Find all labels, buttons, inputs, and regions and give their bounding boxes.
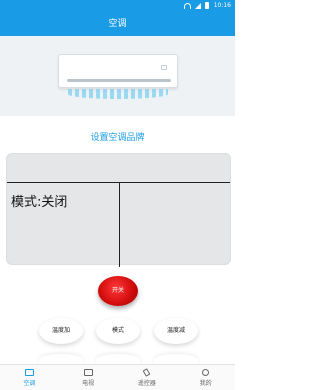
mode-button[interactable]: 模式 (96, 318, 140, 344)
signal-icon (195, 2, 201, 9)
tab-mine[interactable]: 我的 (176, 365, 235, 390)
wifi-icon (184, 2, 191, 9)
display-screen: 模式:关闭 (7, 182, 230, 267)
airflow-icon (68, 89, 168, 99)
temp-up-button[interactable]: 温度加 (39, 318, 83, 344)
tab-label: 空调 (23, 379, 36, 387)
temp-down-button[interactable]: 温度减 (154, 318, 198, 344)
tab-label: 遥控器 (137, 379, 156, 387)
air-conditioner-icon (58, 54, 178, 88)
remote-icon (142, 367, 151, 377)
air-conditioner-illustration (0, 36, 235, 116)
set-brand-link[interactable]: 设置空调品牌 (0, 130, 235, 143)
tab-ac[interactable]: 空调 (0, 365, 59, 390)
battery-icon (205, 2, 209, 9)
display-divider (119, 183, 120, 267)
tab-label: 电视 (82, 379, 95, 387)
power-button[interactable]: 开关 (98, 276, 138, 306)
bottom-tab-bar: 空调 电视 遥控器 我的 (0, 364, 235, 390)
status-icons (184, 2, 209, 9)
tab-label: 我的 (199, 379, 212, 387)
tv-icon (83, 368, 93, 376)
status-bar: 10:16 (0, 0, 235, 12)
page-title: 空调 (108, 19, 127, 29)
status-time: 10:16 (213, 2, 231, 9)
air-conditioner-tab-icon (24, 368, 34, 376)
app-bar: 空调 (0, 12, 235, 36)
tab-tv[interactable]: 电视 (59, 365, 118, 390)
indicator-light-icon (161, 65, 167, 70)
status-display: 模式:关闭 (6, 153, 231, 267)
mode-status: 模式:关闭 (11, 195, 68, 210)
tab-remote[interactable]: 遥控器 (118, 365, 177, 390)
vent-icon (67, 79, 171, 82)
profile-icon (202, 368, 210, 376)
